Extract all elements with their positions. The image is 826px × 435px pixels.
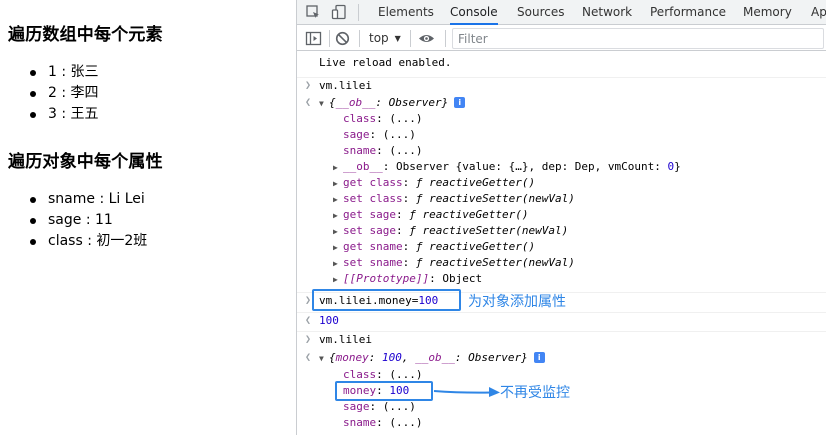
prototype-row[interactable]: ▶ [[Prototype]]: Object xyxy=(297,271,826,288)
filter-input[interactable] xyxy=(452,28,824,49)
device-toolbar-icon[interactable] xyxy=(331,4,348,21)
accessor-row[interactable]: ▶ get sname: ƒ reactiveGetter() xyxy=(297,239,826,256)
result-chevron-icon: ❮ xyxy=(305,315,312,326)
accessor-row[interactable]: ▶ set sname: ƒ reactiveSetter(newVal) xyxy=(297,255,826,272)
caret-down-icon: ▼ xyxy=(394,34,401,43)
list-item: class : 初一2班 xyxy=(30,231,147,252)
accessor-row[interactable]: ▶ set sage: ƒ reactiveSetter(newVal) xyxy=(297,223,826,240)
object-property-row[interactable]: sage: (...) xyxy=(297,127,826,143)
list-item: 1 : 张三 xyxy=(30,62,99,83)
list-item: sname : Li Lei xyxy=(30,189,147,210)
list-item: 2 : 李四 xyxy=(30,83,99,104)
expand-triangle-icon: ▶ xyxy=(333,275,338,284)
object-property-row[interactable]: sname: (...) xyxy=(297,415,826,431)
object-property-row[interactable]: ▶ __ob__: Observer {value: {…}, dep: Dep,… xyxy=(297,159,826,176)
array-list: 1 : 张三 2 : 李四 3 : 王五 xyxy=(30,62,99,125)
tab-console[interactable]: Console xyxy=(450,0,498,25)
console-result-line: ❮ 100 xyxy=(297,312,826,329)
info-icon[interactable]: i xyxy=(454,97,466,108)
info-icon[interactable]: i xyxy=(533,352,545,363)
expand-triangle-icon: ▶ xyxy=(333,227,338,236)
accessor-row[interactable]: ▶ get sage: ƒ reactiveGetter() xyxy=(297,207,826,224)
prompt-chevron-icon: ❯ xyxy=(305,334,312,345)
expand-triangle-icon: ▶ xyxy=(333,195,338,204)
expand-triangle-icon: ▶ xyxy=(333,211,338,220)
console-toolbar: top ▼ xyxy=(297,26,826,51)
highlight-box-assignment xyxy=(312,289,461,311)
list-item: 3 : 王五 xyxy=(30,104,99,125)
devtools-panel: Elements Console Sources Network Perform… xyxy=(296,0,826,435)
console-input-line[interactable]: ❯ vm.lilei xyxy=(297,77,826,94)
array-heading: 遍历数组中每个元素 xyxy=(8,25,163,45)
devtools-tabbar: Elements Console Sources Network Perform… xyxy=(297,0,826,25)
object-summary-row[interactable]: ❮ ▼ {__ob__: Observer} i xyxy=(297,95,826,112)
highlight-box-money xyxy=(335,381,433,401)
clear-console-icon[interactable] xyxy=(334,30,351,47)
console-output: Live reload enabled. ❯ vm.lilei ❮ ▼ {__ob__… xyxy=(297,52,826,435)
annotation-not-monitored: 不再受监控 xyxy=(500,385,570,401)
object-summary-row[interactable]: ❮ ▼ {money: 100, __ob__: Observer} i xyxy=(297,350,826,367)
tab-performance[interactable]: Performance xyxy=(650,0,726,25)
object-property-row[interactable]: class: (...) xyxy=(297,111,826,127)
accessor-row[interactable]: ▶ set class: ƒ reactiveSetter(newVal) xyxy=(297,191,826,208)
toolbar-divider xyxy=(445,30,446,47)
context-selector-label: top xyxy=(369,31,389,45)
object-property-row[interactable]: sname: (...) xyxy=(297,143,826,159)
expand-triangle-icon: ▶ xyxy=(333,179,338,188)
eye-icon[interactable] xyxy=(418,30,435,47)
result-chevron-icon: ❮ xyxy=(305,352,312,363)
tab-sources[interactable]: Sources xyxy=(517,0,564,25)
tab-elements[interactable]: Elements xyxy=(378,0,434,25)
expand-triangle-icon: ▶ xyxy=(333,163,338,172)
list-item: sage : 11 xyxy=(30,210,147,231)
toolbar-divider xyxy=(358,4,359,21)
object-heading: 遍历对象中每个属性 xyxy=(8,152,163,172)
expand-triangle-icon: ▼ xyxy=(319,99,324,108)
expand-triangle-icon: ▶ xyxy=(333,243,338,252)
console-log-message: Live reload enabled. xyxy=(319,56,452,69)
toolbar-divider xyxy=(359,30,360,47)
prompt-chevron-icon: ❯ xyxy=(305,80,312,91)
tab-application[interactable]: Ap xyxy=(811,0,826,25)
toolbar-divider xyxy=(410,30,411,47)
tab-network[interactable]: Network xyxy=(582,0,632,25)
sidebar-toggle-icon[interactable] xyxy=(305,30,322,47)
prompt-chevron-icon: ❯ xyxy=(305,295,312,306)
expand-triangle-icon: ▶ xyxy=(333,259,338,268)
tab-memory[interactable]: Memory xyxy=(743,0,792,25)
toolbar-divider xyxy=(329,30,330,47)
object-list: sname : Li Lei sage : 11 class : 初一2班 xyxy=(30,189,147,252)
annotation-add-property: 为对象添加属性 xyxy=(468,294,566,310)
expand-triangle-icon: ▼ xyxy=(319,354,324,363)
accessor-row[interactable]: ▶ get class: ƒ reactiveGetter() xyxy=(297,175,826,192)
page-content: 遍历数组中每个元素 1 : 张三 2 : 李四 3 : 王五 遍历对象中每个属性… xyxy=(0,0,296,435)
context-selector[interactable]: top ▼ xyxy=(369,30,401,47)
result-chevron-icon: ❮ xyxy=(305,97,312,108)
annotation-arrow-icon xyxy=(433,387,500,397)
console-input-line[interactable]: ❯ vm.lilei xyxy=(297,331,826,348)
inspect-element-icon[interactable] xyxy=(305,4,322,21)
